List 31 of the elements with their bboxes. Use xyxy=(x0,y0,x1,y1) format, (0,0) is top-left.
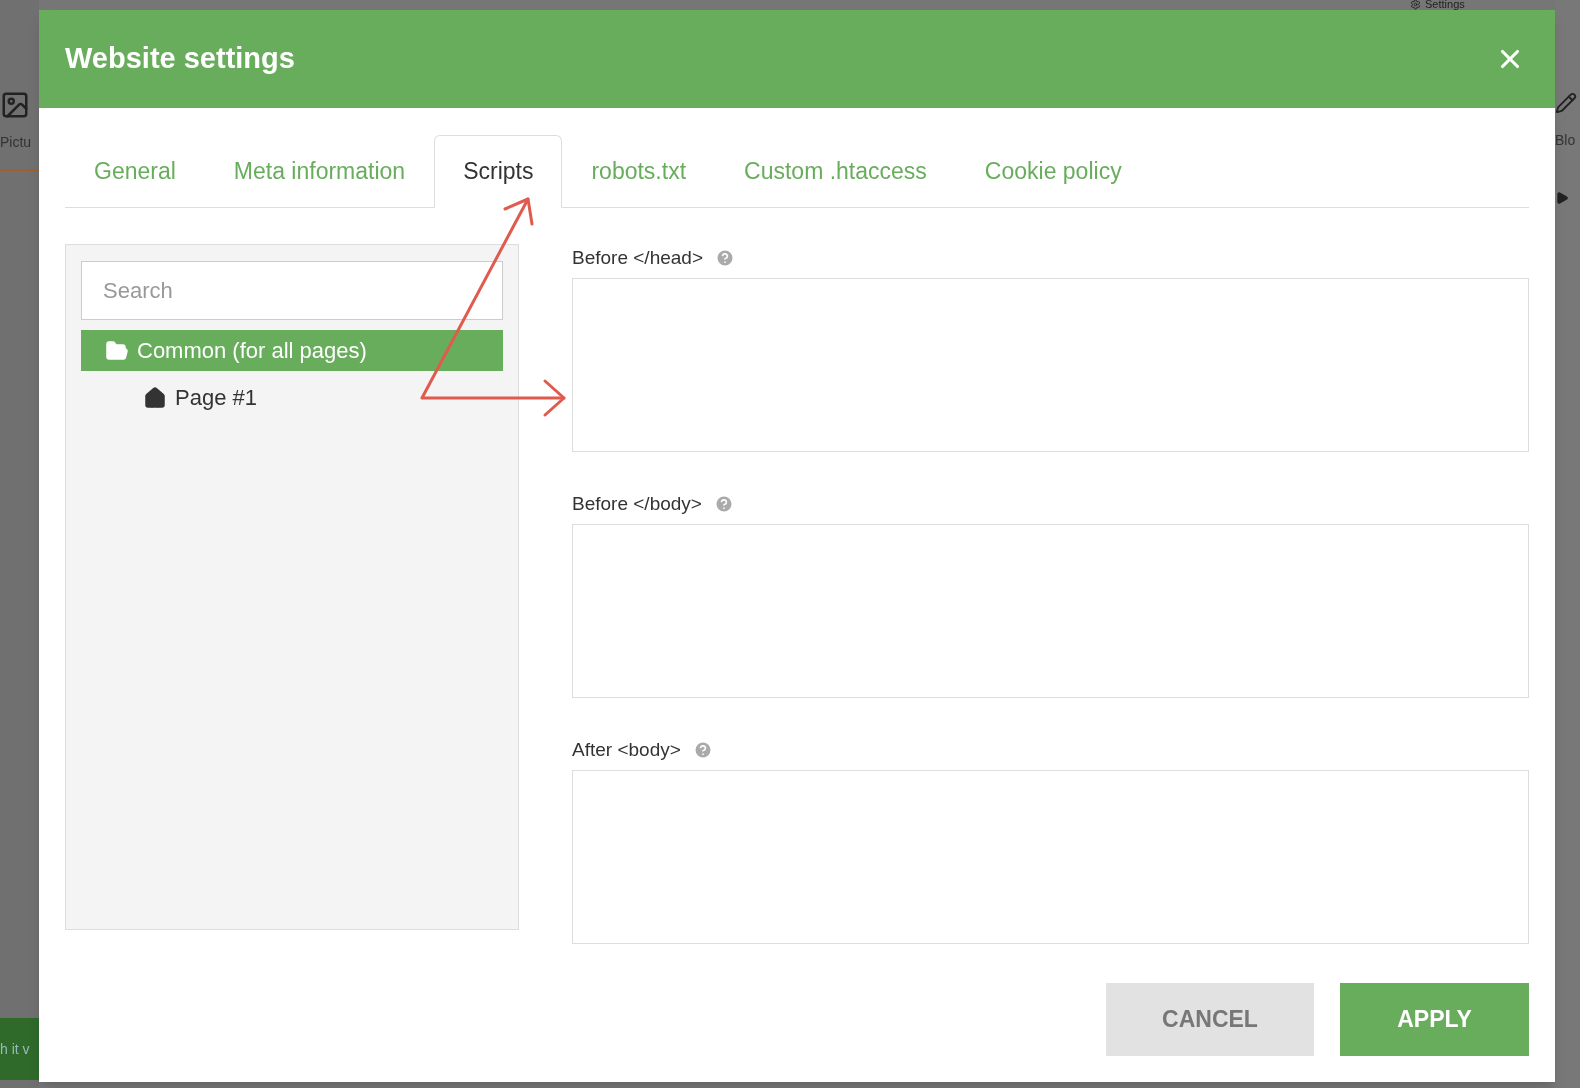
pencil-icon[interactable] xyxy=(1555,92,1577,114)
tab[interactable]: Meta information xyxy=(204,135,435,208)
field-label: Before </head> xyxy=(572,245,703,270)
help-icon[interactable] xyxy=(692,740,713,760)
tab[interactable]: robots.txt xyxy=(562,135,716,208)
tree-item[interactable]: Common (for all pages) xyxy=(81,330,503,371)
script-field[interactable] xyxy=(572,524,1529,698)
script-field[interactable] xyxy=(572,770,1529,944)
field-label: Before </body> xyxy=(572,491,702,516)
tab[interactable]: Cookie policy xyxy=(955,135,1151,208)
field-label: After <body> xyxy=(572,737,681,762)
folder-icon xyxy=(105,338,129,363)
image-icon[interactable] xyxy=(0,90,30,120)
settings-menu[interactable]: Settings xyxy=(1410,0,1465,10)
cancel-button[interactable]: CANCEL xyxy=(1106,983,1314,1056)
gear-icon xyxy=(1410,0,1421,10)
play-icon[interactable] xyxy=(1555,191,1569,205)
help-icon[interactable] xyxy=(715,248,735,268)
tree-item[interactable]: Page #1 xyxy=(81,377,503,418)
home-icon xyxy=(143,385,167,410)
toolbar-label: Pictu xyxy=(0,133,33,152)
search-field[interactable]: Search xyxy=(81,261,503,320)
banner-text: h it v xyxy=(0,1039,30,1059)
tab[interactable]: Custom .htaccess xyxy=(715,135,956,208)
dialog-title: Website settings xyxy=(65,41,295,77)
apply-button[interactable]: APPLY xyxy=(1340,983,1529,1056)
help-icon[interactable] xyxy=(713,494,734,514)
tab[interactable]: General xyxy=(65,135,205,208)
toolbar-label: Blo xyxy=(1555,131,1577,150)
tab[interactable]: Scripts xyxy=(434,135,563,208)
script-field[interactable] xyxy=(572,278,1529,452)
